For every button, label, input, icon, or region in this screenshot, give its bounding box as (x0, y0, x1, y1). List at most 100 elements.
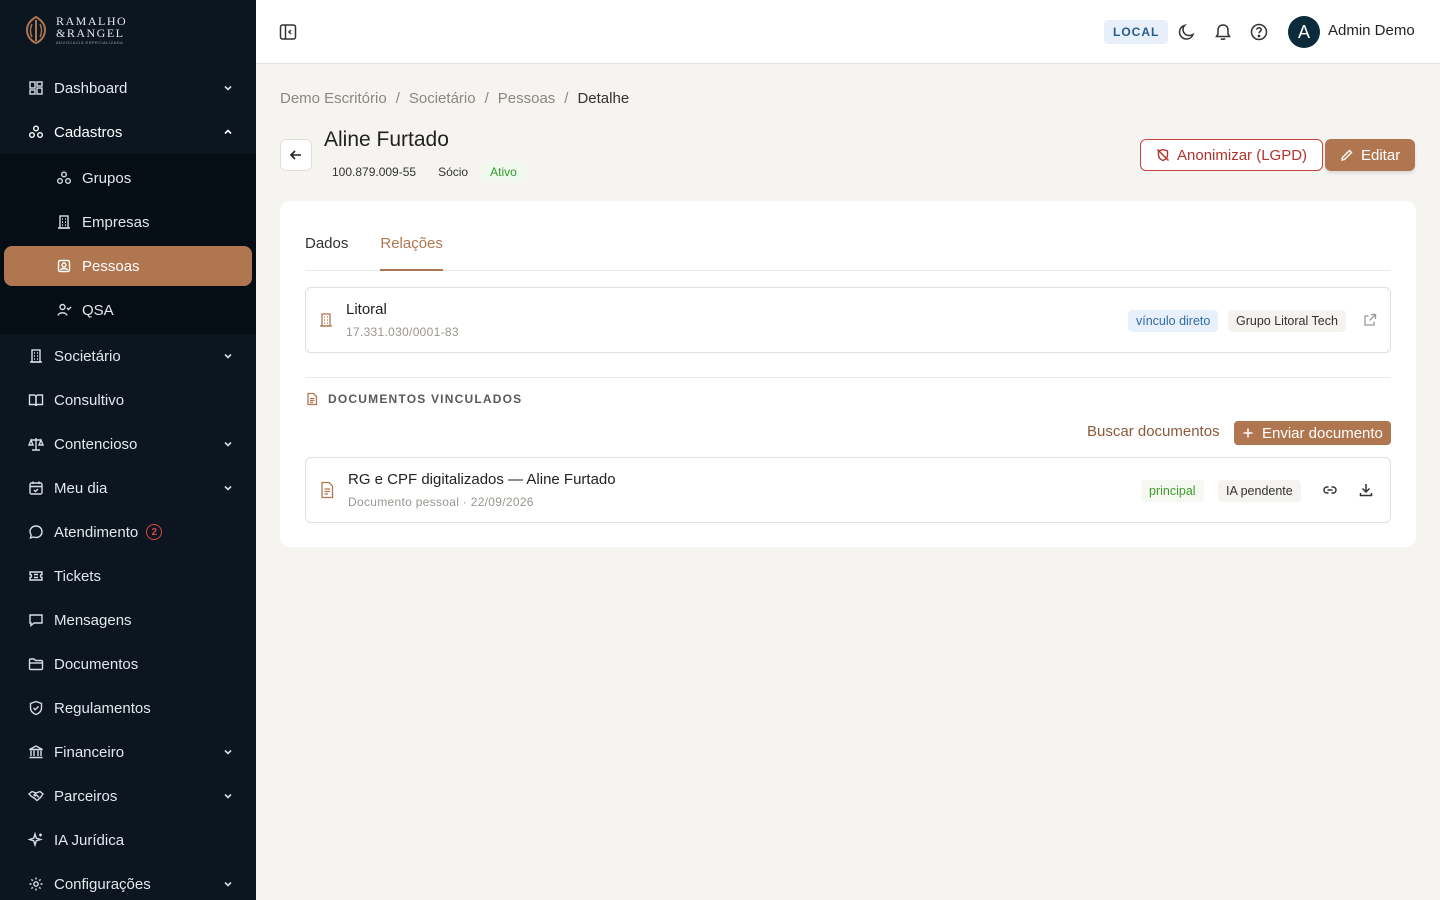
sidebar-item-contencioso[interactable]: Contencioso (0, 422, 256, 466)
principal-badge: principal (1141, 480, 1204, 502)
breadcrumb-link[interactable]: Societário (409, 90, 476, 107)
sidebar-item-empresas[interactable]: Empresas (4, 200, 252, 244)
bell-icon[interactable] (1213, 22, 1233, 42)
role-badge: Sócio (430, 162, 477, 182)
document-icon (321, 481, 334, 499)
sidebar-toggle-icon[interactable] (278, 22, 298, 42)
document-item[interactable]: RG e CPF digitalizados — Aline Furtado D… (305, 457, 1391, 523)
sidebar-item-label: Financeiro (54, 743, 125, 761)
handshake-icon (28, 790, 44, 802)
user-check-icon (57, 303, 72, 316)
sidebar-item-configuracoes[interactable]: Configurações (0, 862, 256, 900)
relation-name: Litoral (346, 301, 387, 318)
relation-type-badge: vínculo direto (1128, 310, 1219, 332)
sidebar-item-label: Configurações (54, 875, 151, 893)
sidebar-item-regulamentos[interactable]: Regulamentos (0, 686, 256, 730)
chevron-down-icon (224, 881, 232, 887)
sidebar-item-tickets[interactable]: Tickets (0, 554, 256, 598)
sparkle-icon (28, 832, 43, 848)
chevron-down-icon (224, 85, 232, 91)
sidebar-item-label: Empresas (82, 213, 150, 231)
sidebar-item-dashboard[interactable]: Dashboard (0, 66, 256, 110)
cadastros-icon (29, 125, 43, 138)
edit-button[interactable]: Editar (1325, 139, 1416, 171)
breadcrumb-link[interactable]: Demo Escritório (280, 90, 387, 107)
search-documents-link[interactable]: Buscar documentos (1087, 423, 1220, 440)
sidebar-item-label: Mensagens (54, 611, 132, 629)
scale-icon (28, 438, 44, 451)
ai-status-badge: IA pendente (1218, 480, 1301, 502)
download-icon[interactable] (1358, 482, 1374, 498)
sidebar-item-label: Atendimento (54, 523, 139, 541)
link-icon[interactable] (1322, 482, 1338, 498)
brand-logo[interactable]: RAMALHO &RANGEL ADVOCACIA ESPECIALIZADA (0, 0, 256, 60)
sidebar-item-pessoas[interactable]: Pessoas (4, 246, 252, 286)
environment-badge: LOCAL (1104, 20, 1169, 44)
relation-item[interactable]: Litoral 17.331.030/0001-83 vínculo diret… (305, 287, 1391, 353)
book-icon (28, 394, 44, 407)
chevron-down-icon (224, 441, 232, 447)
brand-name-line2: &RANGEL (56, 26, 125, 40)
cpf-badge: 100.879.009-55 (324, 162, 425, 182)
brand-tagline: ADVOCACIA ESPECIALIZADA (56, 40, 124, 45)
tabs: Dados Relações (305, 235, 1391, 271)
sidebar-item-parceiros[interactable]: Parceiros (0, 774, 256, 818)
sidebar-item-meu-dia[interactable]: Meu dia (0, 466, 256, 510)
sidebar-item-label: Contencioso (54, 435, 138, 453)
topbar: LOCAL A Admin Demo (256, 0, 1440, 64)
building-icon (30, 349, 42, 363)
sidebar-item-label: Cadastros (54, 123, 123, 141)
back-button[interactable] (280, 139, 312, 171)
section-title: DOCUMENTOS VINCULADOS (305, 392, 522, 406)
anonymize-button[interactable]: Anonimizar (LGPD) (1140, 139, 1324, 171)
notification-count-badge: 2 (146, 524, 163, 540)
sidebar-item-documentos[interactable]: Documentos (0, 642, 256, 686)
chevron-down-icon (224, 793, 232, 799)
tab-relacoes[interactable]: Relações (380, 235, 443, 271)
sidebar-item-label: Parceiros (54, 787, 118, 805)
sidebar-item-financeiro[interactable]: Financeiro (0, 730, 256, 774)
sidebar-item-label: QSA (82, 301, 114, 319)
external-link-icon[interactable] (1362, 312, 1378, 328)
breadcrumb-link[interactable]: Pessoas (498, 90, 556, 107)
calendar-icon (29, 481, 43, 495)
sidebar-item-ia-juridica[interactable]: IA Jurídica (0, 818, 256, 862)
sidebar-item-cadastros[interactable]: Cadastros (0, 110, 256, 154)
sidebar-item-label: Pessoas (82, 257, 140, 275)
document-icon (307, 392, 318, 406)
upload-document-button[interactable]: Enviar documento (1234, 421, 1391, 445)
sidebar-item-qsa[interactable]: QSA (4, 288, 252, 332)
sidebar-item-label: Regulamentos (54, 699, 151, 717)
chevron-up-icon (224, 129, 232, 135)
tab-dados[interactable]: Dados (305, 235, 348, 271)
sidebar-item-grupos[interactable]: Grupos (4, 156, 252, 200)
message-icon (29, 614, 43, 627)
gear-icon (29, 877, 43, 891)
chevron-down-icon (224, 749, 232, 755)
sidebar-item-label: IA Jurídica (54, 831, 125, 849)
building-icon (58, 215, 70, 229)
chat-icon (29, 525, 43, 540)
sidebar-item-mensagens[interactable]: Mensagens (0, 598, 256, 642)
chevron-down-icon (224, 485, 232, 491)
sidebar-nav: Dashboard Cadastros Grupos Empresas Pess… (0, 66, 256, 900)
relation-group-badge: Grupo Litoral Tech (1228, 310, 1346, 332)
bank-icon (29, 745, 43, 759)
sidebar-item-label: Consultivo (54, 391, 125, 409)
relation-cnpj: 17.331.030/0001-83 (346, 325, 459, 339)
sidebar-item-label: Grupos (82, 169, 132, 187)
folder-icon (28, 658, 44, 671)
sidebar-item-consultivo[interactable]: Consultivo (0, 378, 256, 422)
moon-icon[interactable] (1177, 22, 1197, 42)
breadcrumb: Demo Escritório / Societário / Pessoas / De… (280, 90, 630, 107)
shield-off-icon (1157, 148, 1169, 162)
user-name[interactable]: Admin Demo (1328, 22, 1415, 39)
detail-card: Dados Relações Litoral 17.331.030/0001-8… (280, 201, 1416, 547)
status-badge: Ativo (482, 162, 525, 182)
avatar[interactable]: A (1288, 16, 1320, 48)
sidebar-item-label: Dashboard (54, 79, 128, 97)
sidebar-item-societario[interactable]: Societário (0, 334, 256, 378)
help-icon[interactable] (1249, 22, 1269, 42)
sidebar-item-atendimento[interactable]: Atendimento 2 (0, 510, 256, 554)
chevron-down-icon (224, 353, 232, 359)
